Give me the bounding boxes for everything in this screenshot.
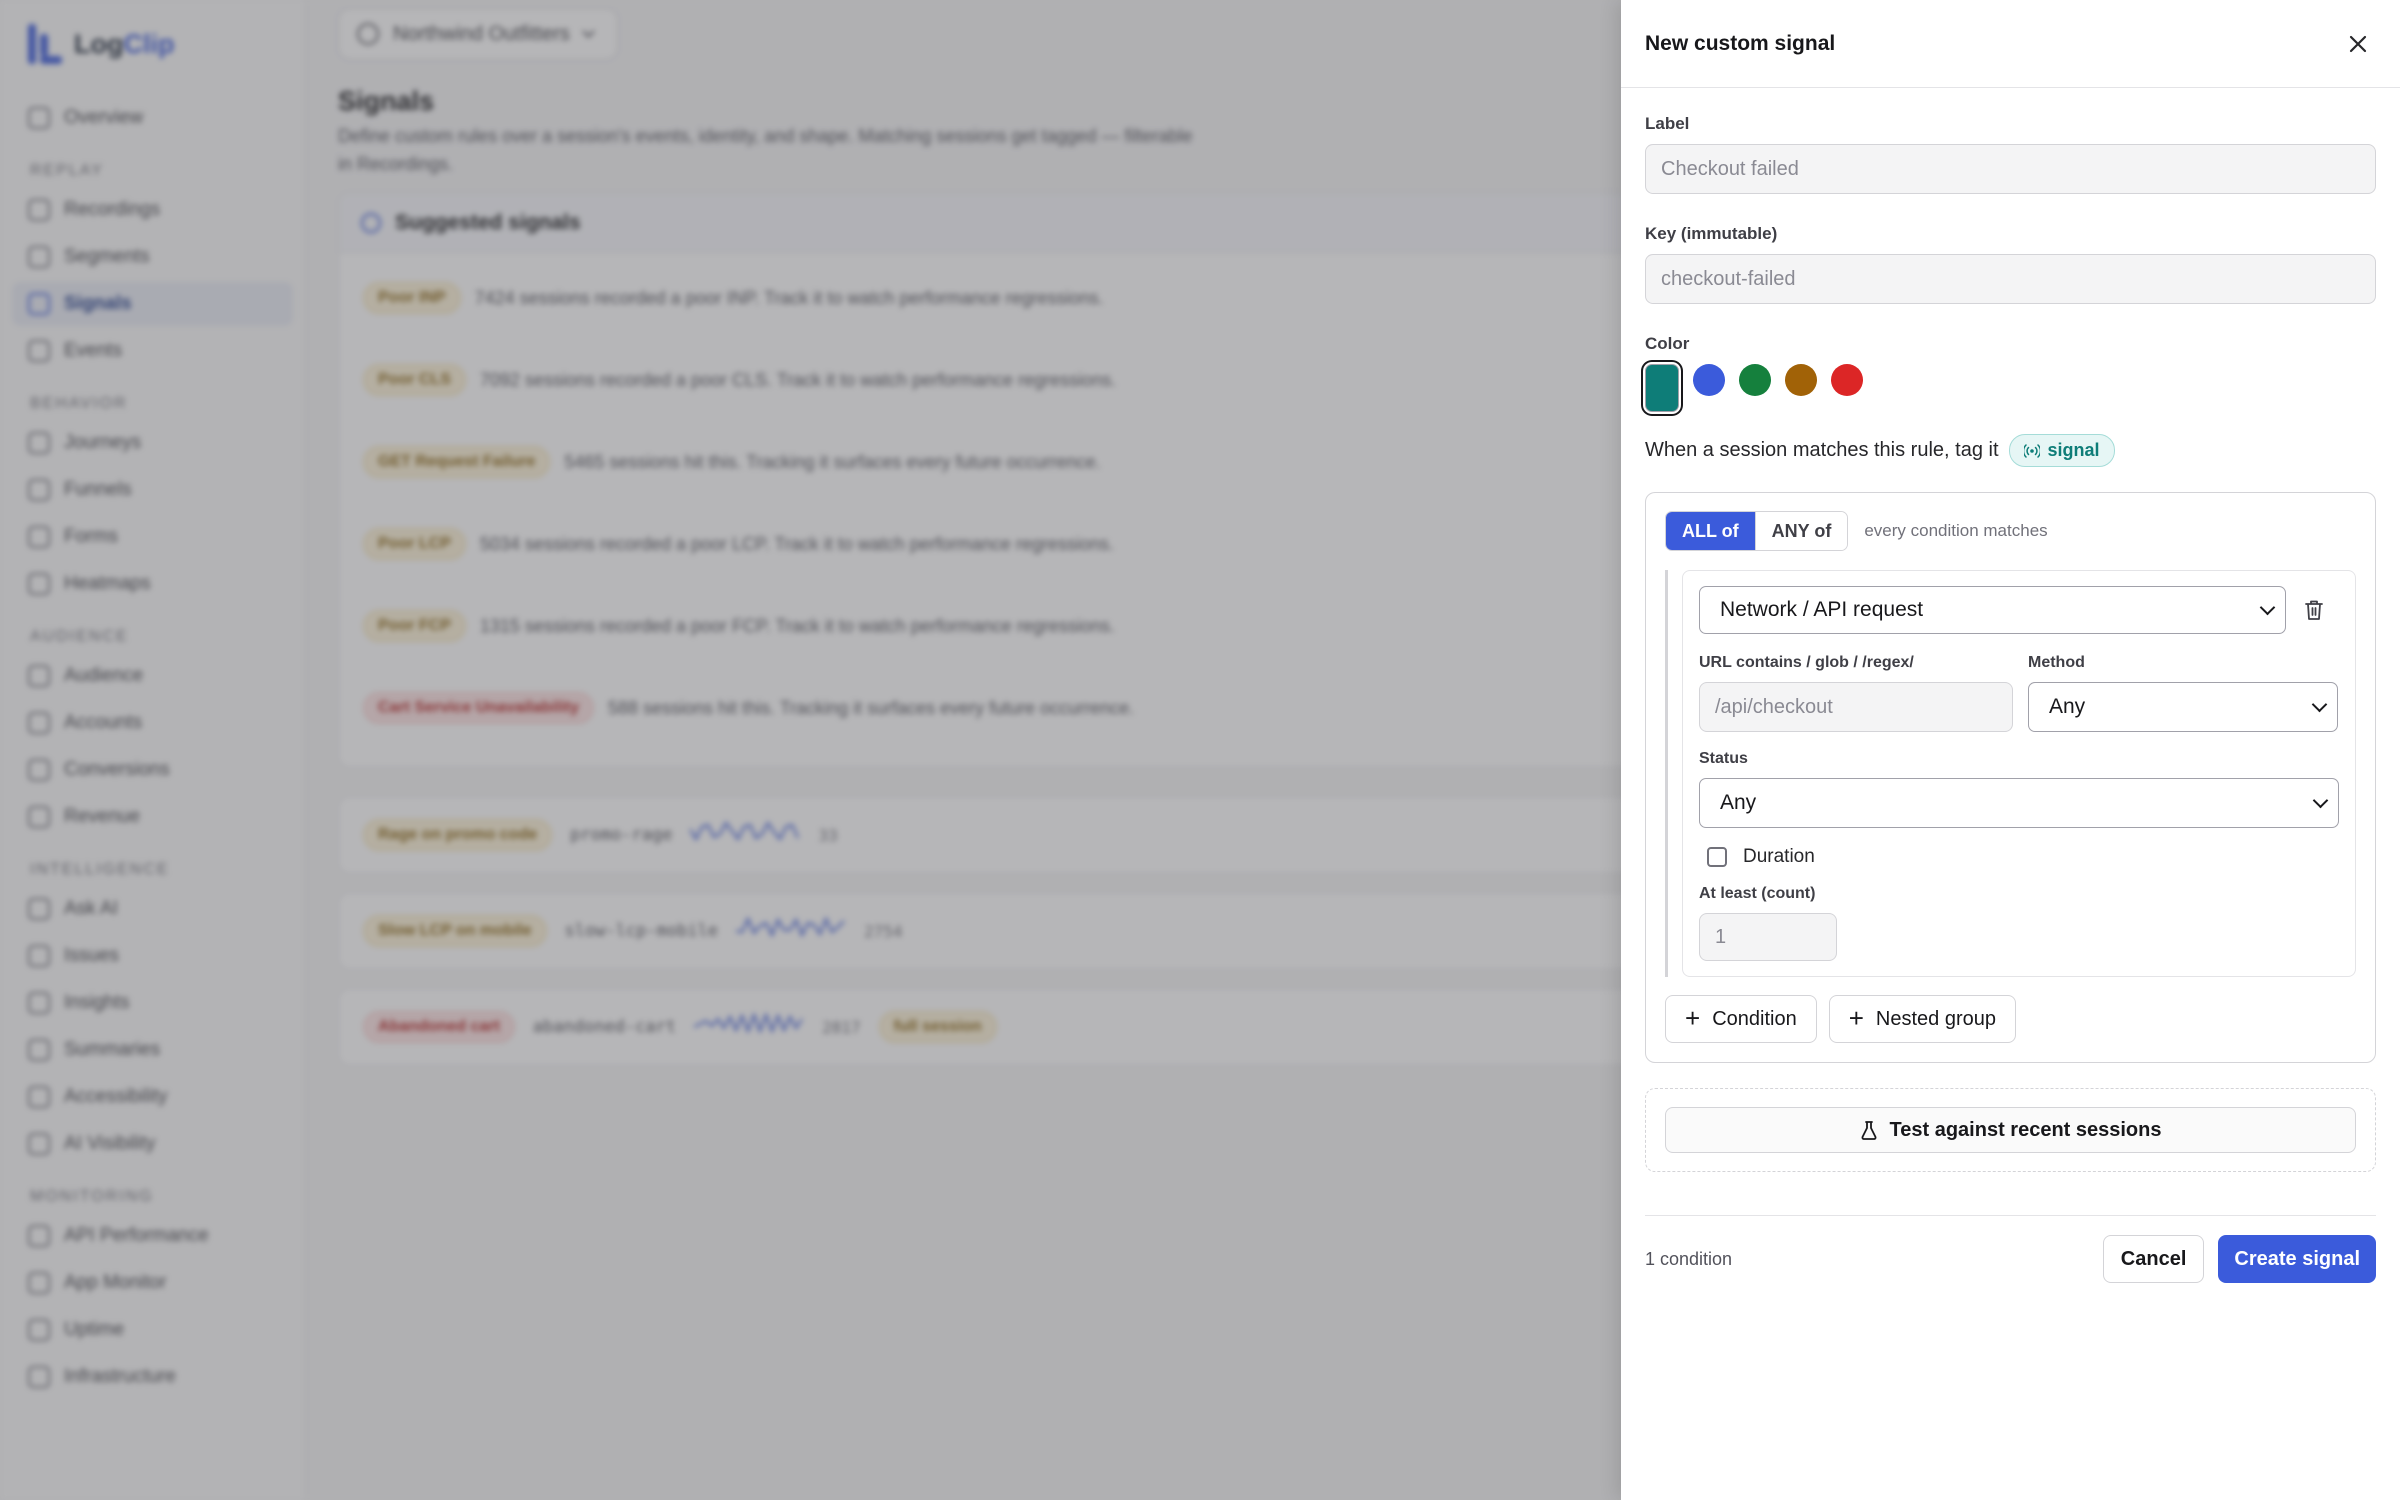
match-mode-toggle: ALL of ANY of: [1665, 511, 1849, 551]
duration-toggle: Duration: [1699, 846, 2339, 868]
test-sessions-label: Test against recent sessions: [1889, 1118, 2162, 1141]
label-field-label: Label: [1645, 114, 1690, 133]
condition-type-value: Network / API request: [1720, 598, 1924, 621]
chevron-down-icon: [2311, 696, 2328, 712]
match-mode: ALL of ANY of every condition matches: [1665, 511, 2356, 551]
rule-builder: ALL of ANY of every condition matches Ne…: [1645, 492, 2376, 1063]
status-value: Any: [1720, 791, 1757, 814]
footer-actions: Cancel Create signal: [2102, 1235, 2376, 1283]
chevron-down-icon: [2259, 599, 2276, 615]
drawer-header: New custom signal: [1621, 0, 2400, 88]
status-field-label: Status: [1699, 750, 1748, 767]
trash-icon: [2305, 600, 2323, 620]
method-field-label: Method: [2028, 654, 2085, 671]
url-method-row: URL contains / glob / /regex/ Method Any: [1699, 654, 2339, 732]
tag-line-text: When a session matches this rule, tag it: [1645, 439, 1999, 461]
drawer-title: New custom signal: [1645, 31, 1836, 55]
color-swatch[interactable]: [1739, 364, 1771, 396]
condition-card: Network / API request URL contains / glo…: [1682, 570, 2356, 977]
condition-count: 1 condition: [1645, 1248, 1733, 1269]
test-section: Test against recent sessions: [1645, 1088, 2376, 1172]
method-value: Any: [2049, 695, 2086, 718]
create-signal-button[interactable]: Create signal: [2218, 1235, 2376, 1283]
add-nested-group-button[interactable]: + Nested group: [1828, 995, 2016, 1043]
close-icon: [2349, 35, 2367, 52]
key-input[interactable]: [1645, 254, 2376, 304]
add-buttons: + Condition + Nested group: [1665, 995, 2356, 1043]
color-swatch[interactable]: [1693, 364, 1725, 396]
add-nested-group-label: Nested group: [1875, 1007, 1996, 1030]
tag-line: When a session matches this rule, tag it…: [1645, 434, 2376, 467]
signal-tag-label: signal: [2047, 440, 2100, 460]
drawer-footer: 1 condition Cancel Create signal: [1645, 1215, 2376, 1283]
status-field: Status Any: [1699, 750, 2339, 828]
plus-icon: +: [1685, 1003, 1701, 1033]
color-swatch[interactable]: [1831, 364, 1863, 396]
key-field-label: Key (immutable): [1645, 224, 1778, 243]
url-field: URL contains / glob / /regex/: [1699, 654, 2013, 732]
color-picker: [1645, 364, 2376, 412]
cancel-button[interactable]: Cancel: [2102, 1235, 2205, 1283]
test-sessions-button[interactable]: Test against recent sessions: [1665, 1107, 2356, 1153]
condition-type-select[interactable]: Network / API request: [1699, 586, 2286, 634]
condition-header: Network / API request: [1699, 586, 2339, 634]
match-mode-hint: every condition matches: [1864, 521, 2048, 540]
chevron-down-icon: [2312, 792, 2329, 808]
close-button[interactable]: [2340, 26, 2376, 62]
any-of-button[interactable]: ANY of: [1754, 512, 1848, 550]
add-condition-label: Condition: [1712, 1007, 1797, 1030]
duration-label: Duration: [1743, 846, 1815, 867]
add-condition-button[interactable]: + Condition: [1665, 995, 1817, 1043]
label-input[interactable]: [1645, 144, 2376, 194]
delete-condition-button[interactable]: [2302, 598, 2326, 622]
count-field: At least (count): [1699, 885, 2339, 961]
url-field-label: URL contains / glob / /regex/: [1699, 654, 1914, 671]
broadcast-icon: [2023, 443, 2040, 458]
duration-checkbox[interactable]: [1707, 847, 1727, 867]
signal-tag-chip: signal: [2008, 434, 2115, 467]
count-field-label: At least (count): [1699, 885, 1816, 902]
color-swatch[interactable]: [1785, 364, 1817, 396]
color-swatch[interactable]: [1645, 364, 1679, 412]
all-of-button[interactable]: ALL of: [1666, 512, 1755, 550]
drawer-body: Label Key (immutable) Color When a sessi…: [1621, 88, 2400, 1283]
new-signal-drawer: New custom signal Label Key (immutable) …: [1621, 0, 2400, 1500]
status-select[interactable]: Any: [1699, 778, 2339, 828]
method-select[interactable]: Any: [2028, 682, 2338, 732]
count-input[interactable]: [1699, 913, 1837, 961]
flask-icon: [1861, 1121, 1876, 1140]
condition-group: Network / API request URL contains / glo…: [1665, 570, 2356, 977]
color-field-label: Color: [1645, 334, 1690, 353]
method-field: Method Any: [2028, 654, 2338, 732]
plus-icon: +: [1848, 1003, 1864, 1033]
url-input[interactable]: [1699, 682, 2013, 732]
